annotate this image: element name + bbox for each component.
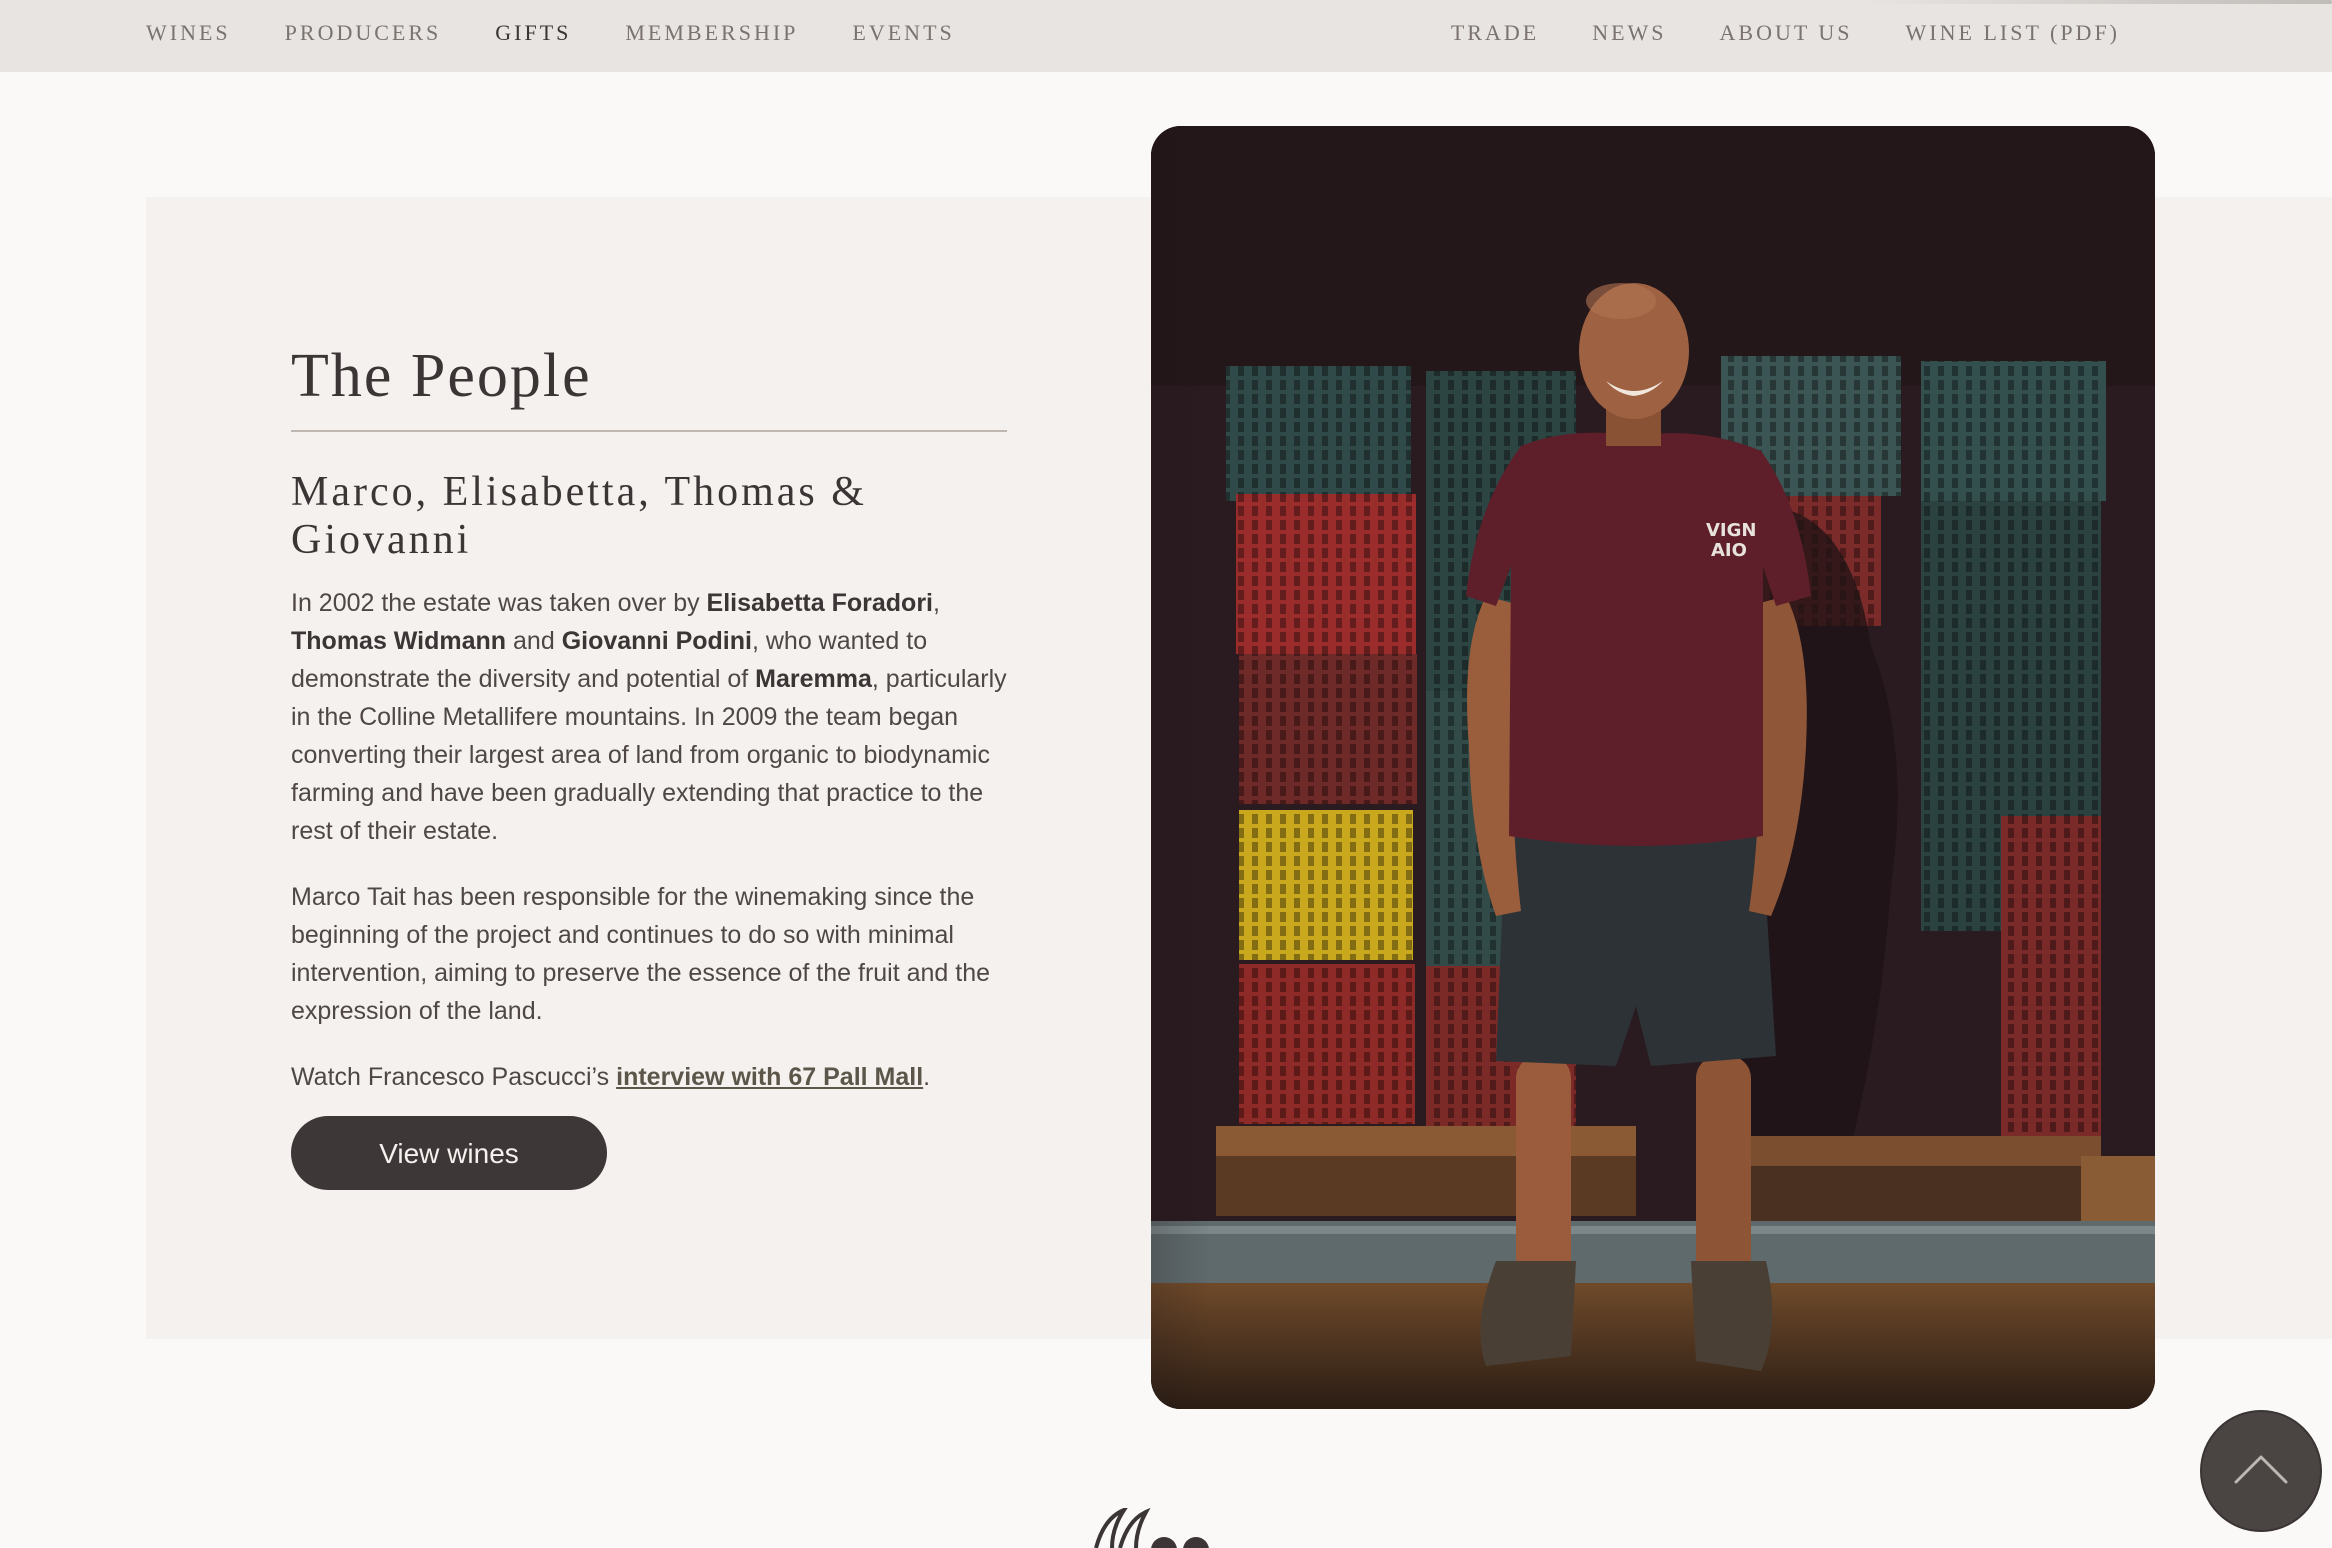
quote-mark-icon	[1094, 1508, 1209, 1548]
interview-paragraph: Watch Francesco Pascucci’s interview wit…	[291, 1058, 1007, 1096]
nav-link-events[interactable]: EVENTS	[852, 20, 954, 46]
name-giovanni: Giovanni Podini	[561, 627, 752, 655]
nav-link-about-us[interactable]: ABOUT US	[1720, 20, 1853, 46]
name-elisabetta: Elisabetta Foradori	[706, 589, 933, 617]
view-wines-button[interactable]: View wines	[291, 1116, 607, 1190]
tshirt-print-line1: VIGN	[1706, 520, 1756, 541]
interview-prefix: Watch Francesco Pascucci’s	[291, 1063, 617, 1091]
interview-suffix: .	[923, 1063, 931, 1091]
chevron-up-icon	[2234, 1455, 2288, 1484]
title-divider	[291, 430, 1007, 432]
intro-text-1: In 2002 the estate was taken over by	[291, 589, 707, 617]
scroll-to-top-button[interactable]	[2200, 1410, 2322, 1532]
top-navigation: WINES PRODUCERS GIFTS MEMBERSHIP EVENTS …	[0, 0, 2332, 72]
intro-paragraph: In 2002 the estate was taken over by Eli…	[291, 584, 1007, 850]
section-title: The People	[291, 342, 592, 410]
winemaker-paragraph: Marco Tait has been responsible for the …	[291, 883, 991, 1025]
people-subtitle: Marco, Elisabetta, Thomas & Giovanni	[291, 469, 867, 563]
intro-text-2: ,	[933, 589, 940, 617]
nav-link-membership[interactable]: MEMBERSHIP	[625, 20, 798, 46]
nav-link-news[interactable]: NEWS	[1592, 20, 1666, 46]
people-text-block: The People Marco, Elisabetta, Thomas & G…	[291, 336, 1007, 1190]
photo-illustration: VIGN AIO	[1151, 126, 2155, 1409]
interview-link[interactable]: interview with 67 Pall Mall	[616, 1063, 923, 1091]
nav-link-gifts[interactable]: GIFTS	[495, 20, 571, 46]
winemaker-photo: VIGN AIO	[1151, 126, 2155, 1409]
nav-link-wine-list-pdf[interactable]: WINE LIST (PDF)	[1906, 20, 2120, 46]
nav-right-group: TRADE NEWS ABOUT US WINE LIST (PDF)	[1398, 0, 2120, 66]
nav-link-producers[interactable]: PRODUCERS	[285, 20, 442, 46]
intro-text-3: and	[506, 627, 562, 655]
nav-link-wines[interactable]: WINES	[146, 20, 231, 46]
nav-link-trade[interactable]: TRADE	[1451, 20, 1539, 46]
nav-left-group: WINES PRODUCERS GIFTS MEMBERSHIP EVENTS	[146, 0, 1009, 66]
region-maremma: Maremma	[755, 665, 872, 693]
tshirt-print-line2: AIO	[1711, 540, 1747, 561]
name-thomas: Thomas Widmann	[291, 627, 507, 655]
